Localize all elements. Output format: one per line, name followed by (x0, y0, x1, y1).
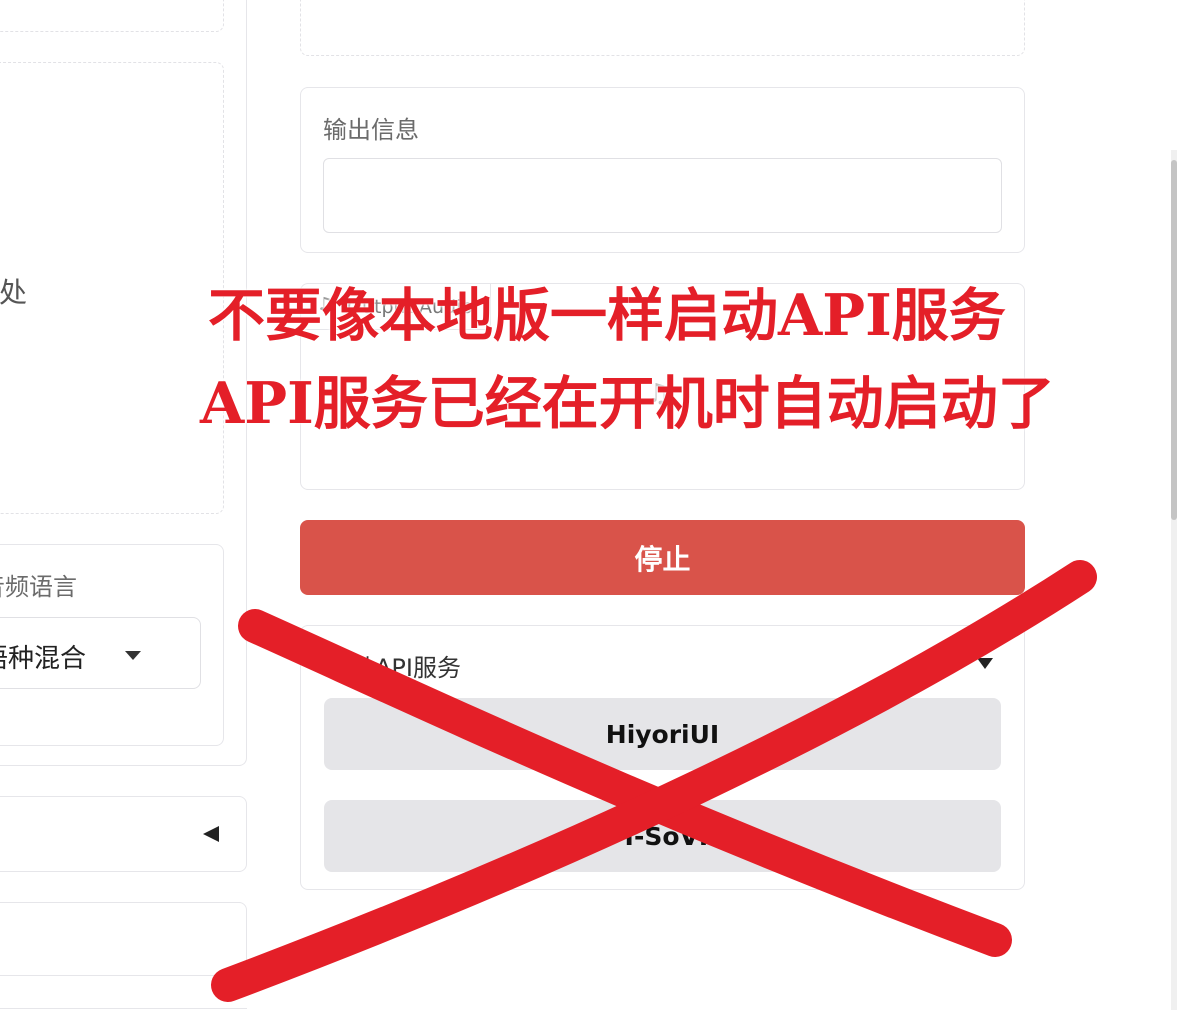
left-collapsible-row[interactable] (0, 796, 247, 872)
left-bottom-divider (0, 1008, 247, 1009)
right-top-panel (300, 0, 1025, 56)
left-bottom-panel (0, 902, 247, 976)
hiyori-ui-button[interactable]: HiyoriUI (324, 698, 1001, 770)
warning-annotation-line-2: API服务已经在开机时自动启动了 (200, 370, 1055, 437)
scrollbar-thumb[interactable] (1171, 160, 1177, 520)
api-service-panel: 动API服务 HiyoriUI GPT-SoVITS (300, 625, 1025, 890)
output-info-panel: 输出信息 (300, 87, 1025, 253)
api-section-label[interactable]: 动API服务 (351, 648, 461, 683)
warning-annotation-line-1: 不要像本地版一样启动API服务 (208, 282, 1006, 349)
stop-button[interactable]: 停止 (300, 520, 1025, 595)
chevron-down-icon[interactable] (977, 658, 993, 669)
caret-left-icon[interactable] (203, 826, 219, 842)
output-info-textbox[interactable] (323, 158, 1002, 233)
output-info-label: 输出信息 (323, 116, 419, 144)
gpt-sovits-button[interactable]: GPT-SoVITS (324, 800, 1001, 872)
